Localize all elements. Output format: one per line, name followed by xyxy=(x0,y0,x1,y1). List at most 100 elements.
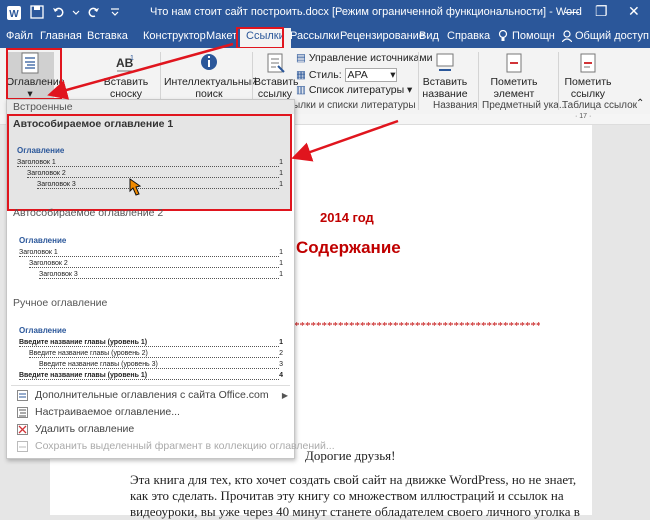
share-icon[interactable] xyxy=(561,30,573,45)
tab-tell-me[interactable]: Помощн xyxy=(512,30,555,42)
custom-toc-icon xyxy=(17,407,28,418)
manage-sources-label: Управление источниками xyxy=(308,52,433,64)
tab-insert[interactable]: Вставка xyxy=(87,30,128,42)
word-logo-icon: W xyxy=(6,5,22,24)
ribbon-separator xyxy=(558,52,559,110)
toc-button-highlight-box xyxy=(6,48,62,100)
globe-icon xyxy=(17,390,28,401)
ribbon-tabs: Файл Главная Вставка Конструктор Макет С… xyxy=(0,26,650,48)
mark-entry-icon xyxy=(503,52,525,74)
tab-mailings[interactable]: Рассылки xyxy=(290,30,339,42)
insert-footnote-button[interactable]: AB 1 Вставить сноску xyxy=(96,52,156,100)
menu-remove-toc[interactable]: Удалить оглавление xyxy=(7,421,294,438)
mark-citation-label-2: ссылку xyxy=(570,88,606,100)
doc-contents-title: Содержание xyxy=(296,238,401,257)
menu-more-tocs-label: Дополнительные оглавления с сайта Office… xyxy=(35,389,269,401)
style-selector[interactable]: ▦ Стиль: APA ▾ xyxy=(296,68,397,82)
toc-manual-item[interactable]: Оглавление Введите название главы (урове… xyxy=(19,326,283,383)
group-citations-label: сылки и списки литературы xyxy=(288,100,416,111)
menu-save-selection: Сохранить выделенный фрагмент в коллекци… xyxy=(7,438,335,455)
style-label: Стиль: xyxy=(308,69,342,81)
insert-caption-button[interactable]: Вставить название xyxy=(422,52,468,100)
ruler-mark: · 17 · xyxy=(575,113,592,120)
toc-preview-line: Введите название главы (уровень 1) 1 xyxy=(19,339,283,347)
toc-preview-line: Введите название главы (уровень 2) 2 xyxy=(29,350,283,358)
group-authorities-label: Таблица ссылок xyxy=(562,100,638,111)
insert-citation-button[interactable]: Вставить ссылку xyxy=(254,52,299,100)
smart-lookup-label-1: Интеллектуальный xyxy=(164,76,258,88)
menu-custom-toc[interactable]: Настраиваемое оглавление... xyxy=(7,404,294,421)
tab-help[interactable]: Справка xyxy=(447,30,490,42)
toc-preview-line: Введите название главы (уровень 1) 4 xyxy=(19,372,283,380)
citation-label-1: Вставить xyxy=(254,76,299,88)
menu-divider xyxy=(11,385,290,386)
chevron-down-icon: ▾ xyxy=(407,84,413,96)
redo-icon[interactable] xyxy=(86,5,100,22)
smart-lookup-button[interactable]: Интеллектуальный поиск xyxy=(164,52,258,100)
menu-remove-toc-label: Удалить оглавление xyxy=(35,423,135,435)
manage-sources-icon: ▤ xyxy=(296,52,306,64)
toc-manual-title: Ручное оглавление xyxy=(13,297,108,309)
toc-gallery-panel: Встроенные Автособираемое оглавление 1 О… xyxy=(6,99,335,459)
save-selection-icon xyxy=(17,441,28,452)
maximize-button[interactable]: ❐ xyxy=(595,3,608,20)
collapse-ribbon-icon[interactable]: ⌃ xyxy=(636,98,644,109)
mark-citation-button[interactable]: Пометить ссылку xyxy=(562,52,614,100)
group-captions-label: Названия xyxy=(433,100,478,111)
window-title: Что нам стоит сайт построить.docx [Режим… xyxy=(150,6,582,18)
bibliography-label: Список литературы xyxy=(308,84,405,96)
toc-preview-line: Введите название главы (уровень 3) 3 xyxy=(39,361,283,369)
chevron-down-icon[interactable] xyxy=(72,5,80,22)
menu-more-tocs-office[interactable]: Дополнительные оглавления с сайта Office… xyxy=(7,387,294,404)
group-index-label: Предметный ука... xyxy=(482,100,568,111)
bibliography-icon: ▥ xyxy=(296,84,306,96)
caption-icon xyxy=(434,52,456,74)
tab-review[interactable]: Рецензирование xyxy=(340,30,425,42)
minimize-button[interactable]: — xyxy=(565,3,579,19)
manage-sources-button[interactable]: ▤ Управление источниками xyxy=(296,52,432,64)
caption-label-2: название xyxy=(422,88,468,100)
chevron-down-icon: ▾ xyxy=(390,69,396,81)
citation-icon xyxy=(264,52,286,74)
svg-text:W: W xyxy=(9,9,19,20)
builtin-section-header: Встроенные xyxy=(7,100,294,114)
doc-stars-line: ****************************************… xyxy=(294,320,540,332)
style-dropdown[interactable]: APA ▾ xyxy=(344,68,397,82)
ribbon-separator xyxy=(418,52,419,110)
mark-entry-label-2: элемент xyxy=(493,88,535,100)
ribbon-separator xyxy=(478,52,479,110)
submenu-arrow-icon: ▶ xyxy=(281,391,288,400)
toc-preview-heading: Оглавление xyxy=(19,326,67,335)
toc-preview-heading: Оглавление xyxy=(19,236,67,245)
toc-auto2-item[interactable]: Оглавление Заголовок 11 Заголовок 21 Заг… xyxy=(19,236,283,282)
mark-citation-icon xyxy=(577,52,599,74)
save-icon[interactable] xyxy=(30,5,44,22)
tab-share[interactable]: Общий доступ xyxy=(575,30,649,42)
style-value: APA xyxy=(347,69,368,81)
mark-entry-label-1: Пометить xyxy=(490,76,538,88)
undo-icon[interactable] xyxy=(52,5,66,22)
menu-custom-toc-label: Настраиваемое оглавление... xyxy=(35,406,180,418)
tab-highlight-box xyxy=(236,27,284,49)
footnote-icon: AB 1 xyxy=(115,52,137,74)
title-bar: W Что нам стоит сайт построить.docx [Реж… xyxy=(0,0,650,26)
tab-file[interactable]: Файл xyxy=(6,30,33,42)
toc-preview-line: Заголовок 11 xyxy=(19,249,283,257)
doc-paragraph-line: как это сделать. Прочитав эту книгу со м… xyxy=(130,488,564,503)
style-icon: ▦ xyxy=(296,69,306,81)
mark-citation-label-1: Пометить xyxy=(564,76,612,88)
close-button[interactable]: ✕ xyxy=(628,3,640,20)
tab-view[interactable]: Вид xyxy=(419,30,439,42)
tell-me-icon[interactable] xyxy=(498,29,508,45)
tab-design[interactable]: Конструктор xyxy=(143,30,206,42)
svg-text:1: 1 xyxy=(130,55,134,62)
tab-layout[interactable]: Макет xyxy=(206,30,237,42)
customize-toolbar-icon[interactable] xyxy=(110,5,120,22)
doc-paragraph-line: видеоуроки, вы уже через 40 минут станет… xyxy=(130,504,580,519)
tab-home[interactable]: Главная xyxy=(40,30,82,42)
doc-paragraph-line: Эта книга для тех, кто хочет создать сво… xyxy=(130,472,577,487)
footnote-label-1: Вставить xyxy=(103,76,149,88)
smart-lookup-icon xyxy=(198,52,220,74)
mark-entry-button[interactable]: Пометить элемент xyxy=(488,52,540,100)
bibliography-button[interactable]: ▥ Список литературы ▾ xyxy=(296,84,412,96)
